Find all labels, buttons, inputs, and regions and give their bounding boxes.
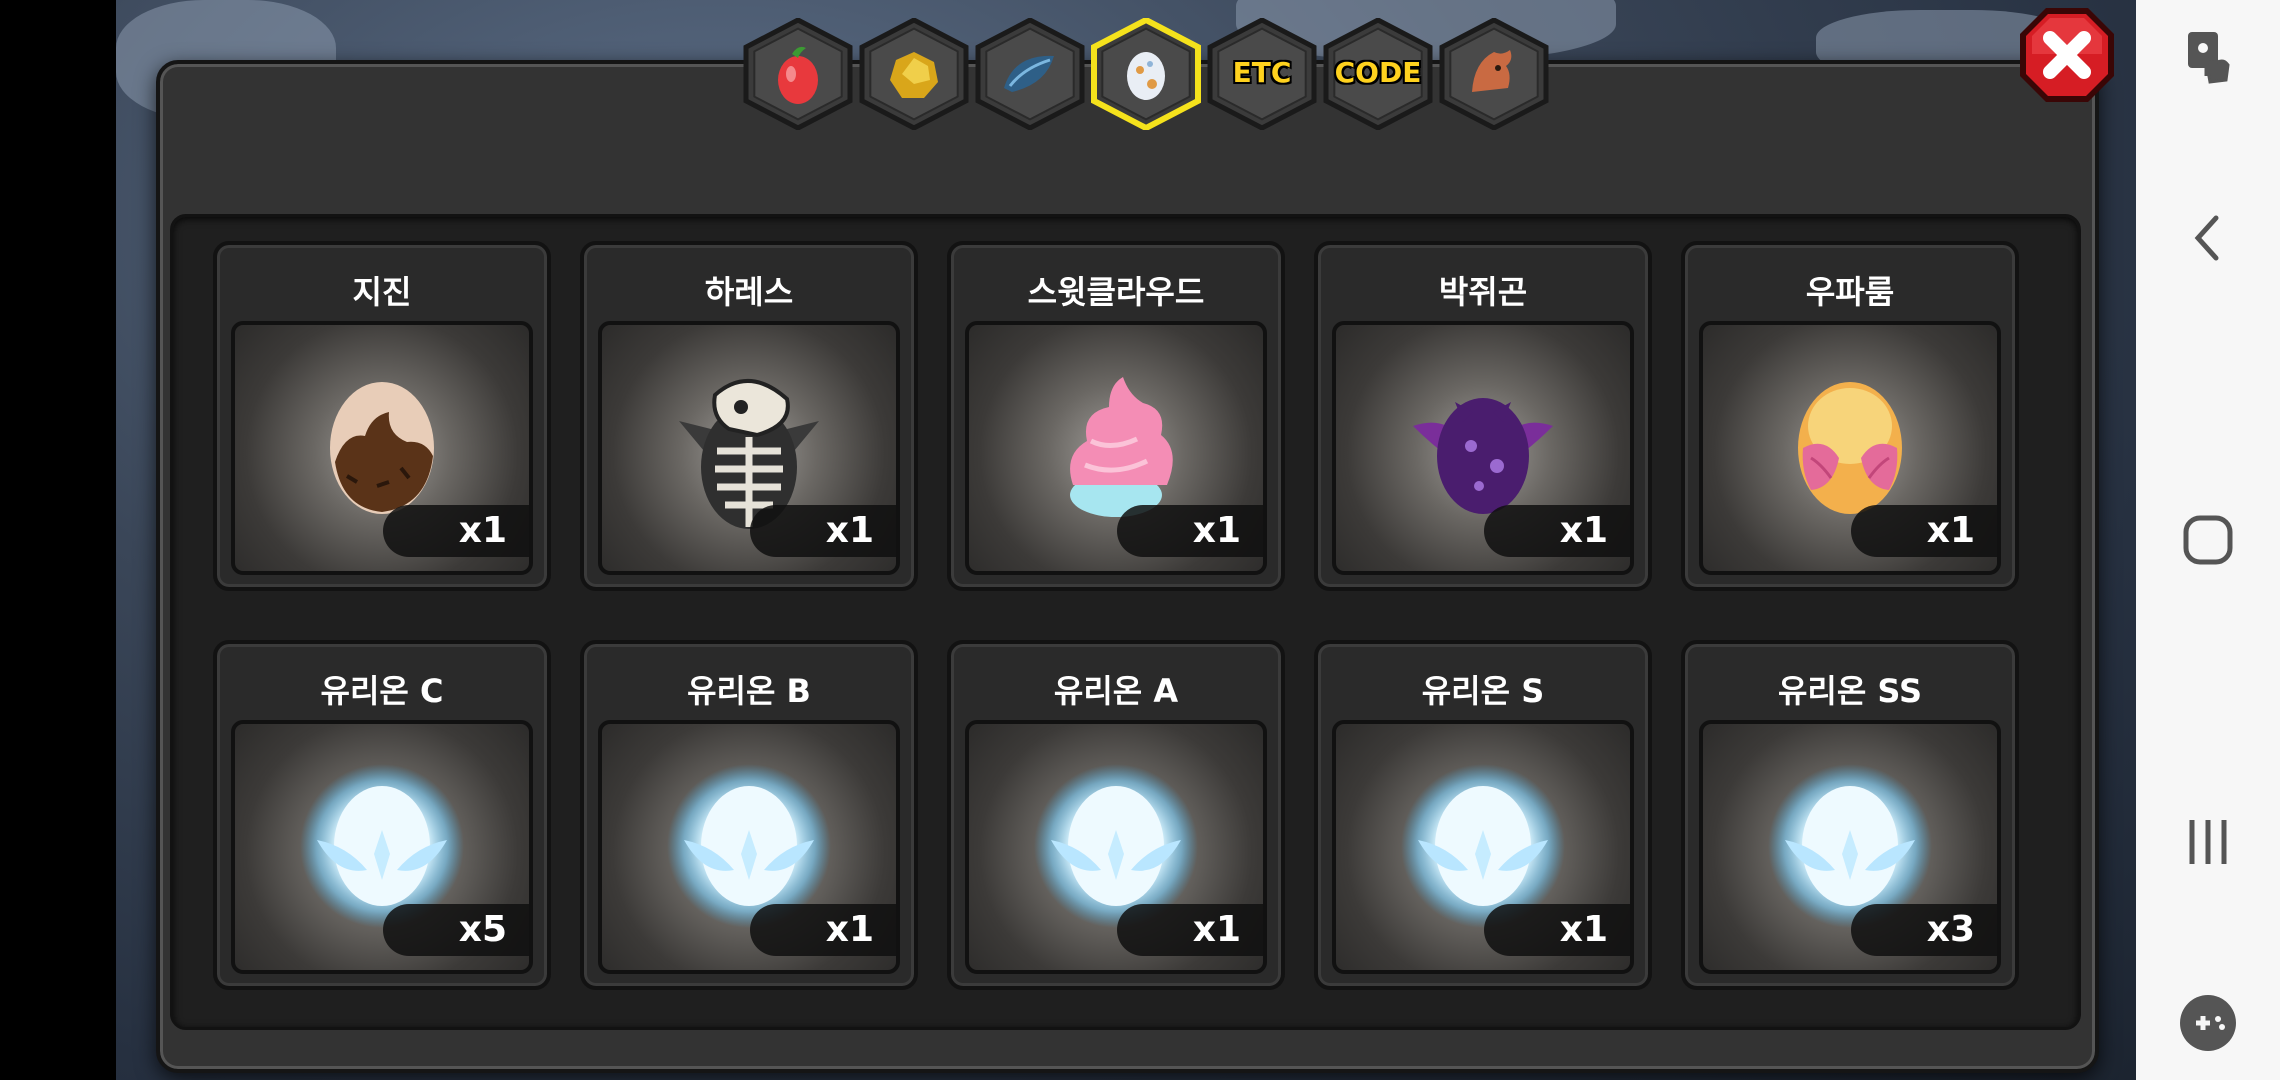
egg-name: 유리온 A	[1053, 672, 1179, 710]
egg-image-frame: x1	[965, 720, 1267, 974]
game-screen: 지진 x1 하레스 x1 스윗클라우드 x1 박쥐곤 x1 우파룸 x1 유리온 C x5 유리온 B x…	[116, 0, 2136, 1080]
back-icon[interactable]	[2172, 202, 2244, 274]
egg-image-frame: x1	[965, 321, 1267, 575]
egg-count-badge: x1	[1484, 505, 1630, 557]
egg-item-card[interactable]: 박쥐곤 x1	[1314, 241, 1652, 591]
egg-count-badge: x1	[383, 505, 529, 557]
tab-label: CODE	[1334, 56, 1422, 89]
egg-image-frame: x3	[1699, 720, 2001, 974]
egg-count-badge: x1	[1117, 505, 1263, 557]
tab-code[interactable]: CODE	[1322, 18, 1434, 130]
recents-icon[interactable]	[2172, 806, 2244, 878]
egg-name: 하레스	[704, 273, 794, 311]
egg-item-card[interactable]: 하레스 x1	[580, 241, 918, 591]
egg-count-badge: x1	[750, 505, 896, 557]
egg-item-card[interactable]: 유리온 B x1	[580, 640, 918, 990]
egg-count-badge: x1	[1851, 505, 1997, 557]
egg-count-badge: x1	[750, 904, 896, 956]
egg-count-badge: x5	[383, 904, 529, 956]
home-icon[interactable]	[2172, 504, 2244, 576]
egg-name: 우파룸	[1805, 273, 1895, 311]
tab-ore[interactable]	[858, 18, 970, 130]
egg-name: 유리온 C	[320, 672, 444, 710]
android-nav-bar	[2136, 0, 2280, 1080]
egg-image-frame: x1	[598, 720, 900, 974]
touch-assist-icon[interactable]	[2172, 20, 2244, 92]
egg-image-frame: x1	[598, 321, 900, 575]
egg-icon	[1127, 52, 1165, 100]
egg-item-card[interactable]: 유리온 SS x3	[1681, 640, 2019, 990]
egg-name: 스윗클라우드	[1027, 273, 1205, 311]
tab-feather[interactable]	[974, 18, 1086, 130]
close-icon	[2020, 8, 2114, 102]
egg-image-frame: x1	[1332, 321, 1634, 575]
egg-name: 박쥐곤	[1438, 273, 1528, 311]
egg-count-badge: x1	[1117, 904, 1263, 956]
inventory-panel: 지진 x1 하레스 x1 스윗클라우드 x1 박쥐곤 x1 우파룸 x1 유리온 C x5 유리온 B x…	[156, 60, 2099, 1073]
egg-item-card[interactable]: 유리온 C x5	[213, 640, 551, 990]
egg-item-card[interactable]: 유리온 S x1	[1314, 640, 1652, 990]
egg-image-frame: x1	[1332, 720, 1634, 974]
left-black-bar	[0, 0, 116, 1080]
egg-name: 지진	[352, 273, 412, 311]
game-launcher-icon[interactable]	[2172, 987, 2244, 1059]
egg-image-frame: x5	[231, 720, 533, 974]
egg-item-card[interactable]: 우파룸 x1	[1681, 241, 2019, 591]
egg-image-frame: x1	[1699, 321, 2001, 575]
tab-etc[interactable]: ETC	[1206, 18, 1318, 130]
egg-item-card[interactable]: 유리온 A x1	[947, 640, 1285, 990]
tab-fruit[interactable]	[742, 18, 854, 130]
close-button[interactable]	[2016, 4, 2118, 106]
egg-item-card[interactable]: 스윗클라우드 x1	[947, 241, 1285, 591]
tab-dragon[interactable]	[1438, 18, 1550, 130]
egg-name: 유리온 S	[1421, 672, 1545, 710]
egg-count-badge: x1	[1484, 904, 1630, 956]
egg-image-frame: x1	[231, 321, 533, 575]
egg-name: 유리온 B	[687, 672, 811, 710]
egg-grid: 지진 x1 하레스 x1 스윗클라우드 x1 박쥐곤 x1 우파룸 x1 유리온 C x5 유리온 B x…	[170, 214, 2081, 1030]
tab-label: ETC	[1232, 56, 1292, 89]
tab-egg[interactable]	[1090, 18, 1202, 130]
egg-count-badge: x3	[1851, 904, 1997, 956]
egg-name: 유리온 SS	[1777, 672, 1923, 710]
egg-item-card[interactable]: 지진 x1	[213, 241, 551, 591]
